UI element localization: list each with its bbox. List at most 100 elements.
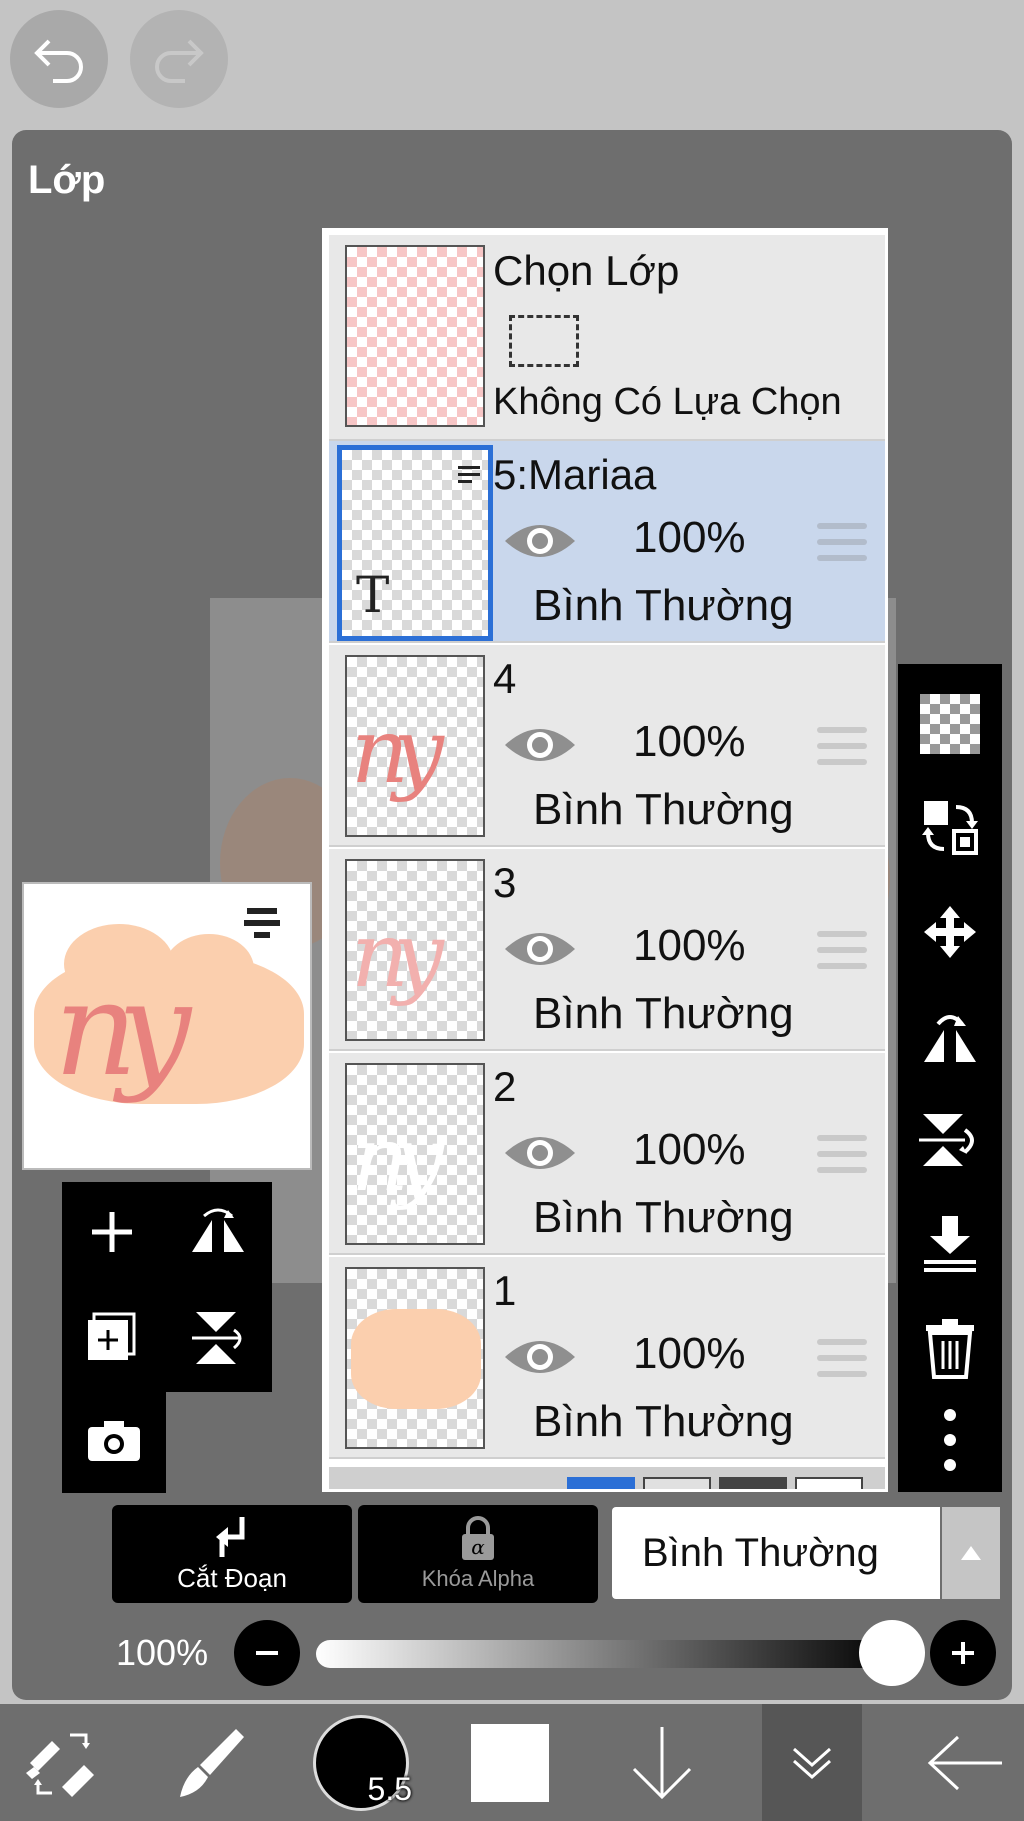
- move-icon: [924, 906, 976, 958]
- alpha-lock-label: Khóa Alpha: [421, 1566, 535, 1591]
- duplicate-layer-button[interactable]: [62, 1288, 162, 1388]
- background-color-selector[interactable]: [329, 1467, 885, 1489]
- redo-icon: [155, 39, 204, 83]
- more-vertical-icon: [944, 1409, 956, 1471]
- layer-blend-mode: Bình Thường: [533, 785, 794, 834]
- clipping-button[interactable]: Cắt Đoạn: [112, 1505, 352, 1603]
- layer-thumbnail: ny: [345, 655, 485, 837]
- swap-layers-button[interactable]: [898, 782, 1002, 874]
- checker-icon: [920, 694, 980, 754]
- brush-tool-button[interactable]: [160, 1704, 260, 1821]
- tool-switch-button[interactable]: [8, 1704, 116, 1821]
- layers-list: Chọn Lớp Không Có Lựa Chọn T 5:Mariaa 10…: [322, 228, 888, 1492]
- camera-button[interactable]: [62, 1388, 166, 1493]
- layer-opacity: 100%: [633, 921, 746, 970]
- layer-blend-mode: Bình Thường: [533, 989, 794, 1038]
- drag-handle-icon[interactable]: [817, 523, 867, 571]
- flip-horizontal-icon: [924, 1015, 976, 1062]
- move-button[interactable]: [898, 886, 1002, 978]
- undo-icon: [34, 39, 83, 83]
- eye-icon[interactable]: [503, 927, 577, 971]
- flip-vertical-icon: [192, 1312, 242, 1364]
- left-tool-group: [62, 1182, 272, 1392]
- eye-icon[interactable]: [503, 723, 577, 767]
- current-color-swatch: [471, 1723, 549, 1802]
- color-button[interactable]: [462, 1704, 558, 1821]
- brush-eraser-swap-icon: [26, 1733, 94, 1797]
- flip-vertical-button[interactable]: [168, 1288, 268, 1388]
- drag-handle-icon[interactable]: [817, 931, 867, 979]
- swap-icon: [922, 801, 978, 855]
- flip-horizontal-icon: [192, 1208, 244, 1252]
- layer-opacity: 100%: [633, 513, 746, 562]
- transparent-fill-button[interactable]: [898, 678, 1002, 770]
- layer-name: 4: [493, 655, 517, 702]
- layer-row[interactable]: ny 4 100% Bình Thường: [329, 645, 885, 847]
- back-button[interactable]: [914, 1704, 1018, 1821]
- preview-artwork: ny: [54, 953, 191, 1105]
- eye-icon[interactable]: [503, 519, 577, 563]
- flip-horizontal-button[interactable]: [898, 990, 1002, 1082]
- layer-row[interactable]: ny 3 100% Bình Thường: [329, 849, 885, 1051]
- layer-blend-mode: Bình Thường: [533, 581, 794, 630]
- delete-layer-button[interactable]: [898, 1302, 1002, 1394]
- layer-blend-mode: Bình Thường: [533, 1397, 794, 1446]
- drag-handle-icon[interactable]: [817, 727, 867, 775]
- right-tool-column: [898, 664, 1002, 1492]
- add-layer-button[interactable]: [62, 1182, 162, 1282]
- down-arrow-button[interactable]: [614, 1704, 710, 1821]
- merge-down-button[interactable]: [898, 1198, 1002, 1290]
- eye-icon[interactable]: [503, 1335, 577, 1379]
- selection-marquee-icon: [509, 315, 579, 367]
- eye-icon[interactable]: [503, 1131, 577, 1175]
- opacity-slider-knob[interactable]: [859, 1620, 925, 1686]
- brush-size-button[interactable]: 5.5: [306, 1704, 416, 1821]
- lock-icon: α: [462, 1516, 494, 1560]
- blend-mode-dropdown-button[interactable]: [942, 1507, 1000, 1599]
- layer-thumbnail: [345, 1267, 485, 1449]
- opacity-decrease-button[interactable]: [234, 1620, 300, 1686]
- camera-icon: [88, 1420, 140, 1461]
- brush-icon: [180, 1728, 244, 1797]
- drag-handle-icon[interactable]: [817, 1339, 867, 1387]
- selection-layer-row[interactable]: Chọn Lớp Không Có Lựa Chọn: [329, 235, 885, 441]
- layer-name: 5:Mariaa: [493, 451, 657, 498]
- layer-opacity: 100%: [633, 1329, 746, 1378]
- duplicate-icon: [88, 1312, 136, 1360]
- plus-icon: [952, 1642, 974, 1664]
- brush-size-preview: 5.5: [313, 1714, 412, 1811]
- flip-vertical-button[interactable]: [898, 1094, 1002, 1186]
- clip-arrow-icon: [216, 1516, 245, 1557]
- layer-row[interactable]: 1 100% Bình Thường: [329, 1257, 885, 1459]
- layer-name: 3: [493, 859, 517, 906]
- triangle-up-icon: [961, 1546, 981, 1560]
- preview-signature: [238, 902, 286, 952]
- opacity-increase-button[interactable]: [930, 1620, 996, 1686]
- svg-text:α: α: [471, 1535, 485, 1559]
- undo-button[interactable]: [10, 10, 108, 108]
- layers-button[interactable]: [762, 1704, 862, 1821]
- panel-title: Lớp: [28, 158, 106, 202]
- layer-thumbnail: ny: [345, 1063, 485, 1245]
- bottom-toolbar: 5.5: [0, 1704, 1024, 1821]
- layer-blend-mode: Bình Thường: [533, 1193, 794, 1242]
- layer-row[interactable]: T 5:Mariaa 100% Bình Thường: [329, 441, 885, 643]
- drag-handle-icon[interactable]: [817, 1135, 867, 1183]
- more-options-button[interactable]: [898, 1394, 1002, 1486]
- arrow-down-icon: [632, 1726, 692, 1799]
- layer-row[interactable]: ny 2 100% Bình Thường: [329, 1053, 885, 1255]
- text-layer-icon: T: [356, 566, 390, 624]
- opacity-slider[interactable]: [316, 1640, 896, 1668]
- flip-vertical-icon: [919, 1114, 974, 1166]
- canvas-preview[interactable]: ny: [22, 882, 312, 1170]
- blend-mode-select[interactable]: Bình Thường: [612, 1507, 940, 1599]
- selection-title: Chọn Lớp: [493, 247, 680, 294]
- layer-opacity: 100%: [633, 717, 746, 766]
- selection-thumbnail: [345, 245, 485, 427]
- opacity-value: 100%: [116, 1632, 209, 1673]
- alpha-lock-button[interactable]: α Khóa Alpha: [358, 1505, 598, 1603]
- flip-horizontal-button[interactable]: [168, 1182, 268, 1282]
- layer-name: 1: [493, 1267, 517, 1314]
- redo-button[interactable]: [130, 10, 228, 108]
- trash-icon: [926, 1319, 974, 1379]
